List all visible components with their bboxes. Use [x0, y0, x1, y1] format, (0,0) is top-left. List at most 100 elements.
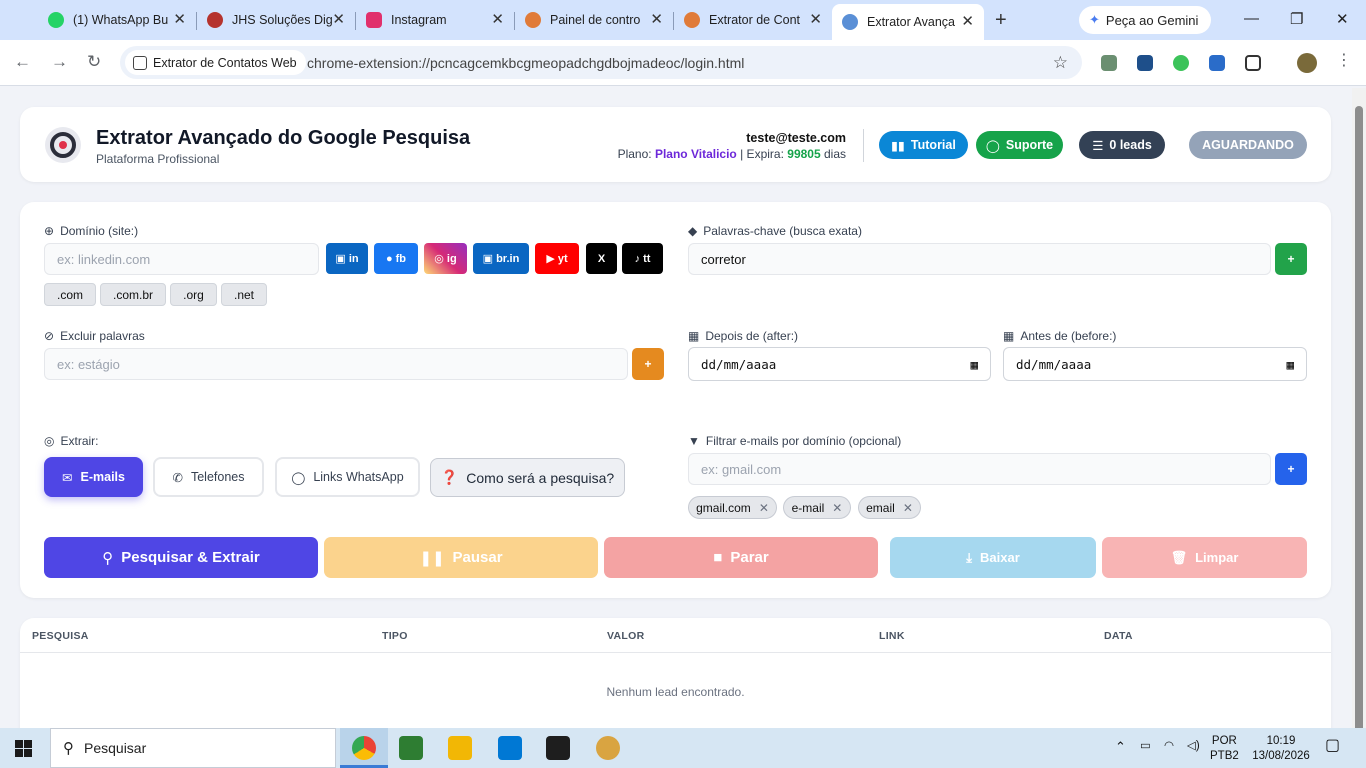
- extension-1-icon[interactable]: [1101, 55, 1117, 71]
- url-text[interactable]: chrome-extension://pcncagcemkbcgmeopadch…: [307, 55, 744, 71]
- instagram-icon: [366, 12, 382, 28]
- gemini-button[interactable]: ✦ Peça ao Gemini: [1079, 6, 1211, 34]
- keywords-input[interactable]: corretor: [688, 243, 1271, 275]
- new-tab-icon[interactable]: +: [995, 10, 1007, 30]
- domain-input[interactable]: ex: linkedin.com: [44, 243, 319, 275]
- extension-4-icon[interactable]: [1209, 55, 1225, 71]
- keywords-label: ◆ Palavras-chave (busca exata): [688, 224, 862, 238]
- remove-tag-icon[interactable]: ✕: [832, 501, 842, 515]
- window-close-icon[interactable]: ✕: [1336, 10, 1349, 28]
- how-search-button[interactable]: ❓ Como será a pesquisa?: [430, 458, 625, 497]
- whatsapp-icon: ◯: [985, 138, 1000, 153]
- folder-icon[interactable]: [448, 736, 472, 760]
- close-icon[interactable]: ✕: [650, 12, 663, 28]
- exclude-label: ⊘ Excluir palavras: [44, 329, 145, 343]
- browser-toolbar: ← → ↻ Extrator de Contatos Web chrome-ex…: [0, 40, 1366, 86]
- windows-start-icon[interactable]: [15, 740, 32, 757]
- taskbar-search[interactable]: ⚲ Pesquisar: [50, 728, 336, 768]
- target-logo-icon: [45, 127, 81, 163]
- column-header[interactable]: VALOR: [607, 630, 644, 642]
- remove-tag-icon[interactable]: ✕: [903, 501, 913, 515]
- tab-instagram[interactable]: Instagram ✕: [356, 6, 514, 34]
- close-icon[interactable]: ✕: [491, 12, 504, 28]
- menu-kebab-icon[interactable]: ⋮: [1336, 52, 1352, 70]
- x-button[interactable]: X: [586, 243, 617, 274]
- reload-icon[interactable]: ↻: [87, 53, 101, 71]
- whatsapp-icon: ◯: [291, 470, 306, 485]
- tld-com-br[interactable]: .com.br: [100, 283, 166, 306]
- profile-avatar[interactable]: [1297, 53, 1317, 73]
- chevron-up-icon[interactable]: ⌃: [1115, 739, 1126, 754]
- back-icon[interactable]: ←: [14, 53, 31, 71]
- extension-3-icon[interactable]: [1173, 55, 1189, 71]
- language-indicator[interactable]: POR PTB2: [1210, 734, 1239, 764]
- filter-label: ▼ Filtrar e-mails por domínio (opcional): [688, 434, 902, 448]
- column-header[interactable]: TIPO: [382, 630, 408, 642]
- after-date-input[interactable]: dd/mm/aaaa ▦: [688, 347, 991, 381]
- page-subtitle: Plataforma Profissional: [96, 152, 220, 166]
- extensions-puzzle-icon[interactable]: [1245, 55, 1261, 71]
- chart-app-icon[interactable]: [399, 736, 423, 760]
- clear-button[interactable]: 🗑 Limpar: [1102, 537, 1307, 578]
- stop-button[interactable]: ■ Parar: [604, 537, 878, 578]
- column-header[interactable]: LINK: [879, 630, 905, 642]
- volume-icon[interactable]: ◁): [1187, 739, 1200, 754]
- extract-emails-toggle[interactable]: ✉ E-mails: [44, 457, 143, 497]
- tab-jhs[interactable]: JHS Soluções Dig ✕: [197, 6, 355, 34]
- address-bar[interactable]: Extrator de Contatos Web chrome-extensio…: [120, 46, 1082, 79]
- filter-domain-input[interactable]: ex: gmail.com: [688, 453, 1271, 485]
- close-icon[interactable]: ✕: [809, 12, 822, 28]
- chrome-taskbar-item[interactable]: [340, 728, 388, 768]
- browser-tab-strip: (1) WhatsApp Bu ✕ JHS Soluções Dig ✕ Ins…: [0, 0, 1366, 40]
- close-icon[interactable]: ✕: [961, 14, 974, 30]
- column-header[interactable]: PESQUISA: [32, 630, 89, 642]
- support-button[interactable]: ◯ Suporte: [976, 131, 1063, 159]
- paint-icon[interactable]: [596, 736, 620, 760]
- extension-2-icon[interactable]: [1137, 55, 1153, 71]
- add-exclude-button[interactable]: +: [632, 348, 664, 380]
- pause-button[interactable]: ❚❚ Pausar: [324, 537, 598, 578]
- search-extract-button[interactable]: ⚲ Pesquisar & Extrair: [44, 537, 318, 578]
- tab-painel[interactable]: Painel de contro ✕: [515, 6, 673, 34]
- download-button[interactable]: ⤓ Baixar: [890, 537, 1096, 578]
- facebook-button[interactable]: ● fb: [374, 243, 418, 274]
- notification-icon[interactable]: ▢: [1325, 738, 1340, 754]
- tab-extrator-avancado[interactable]: Extrator Avança ✕: [832, 4, 984, 40]
- bookmark-star-icon[interactable]: ☆: [1053, 53, 1068, 73]
- extract-phones-toggle[interactable]: ✆ Telefones: [153, 457, 264, 497]
- restore-icon[interactable]: ❐: [1290, 10, 1303, 28]
- instagram-button[interactable]: ◎ ig: [424, 243, 467, 274]
- minimize-icon[interactable]: —: [1244, 10, 1259, 27]
- vscode-icon[interactable]: [498, 736, 522, 760]
- exclude-input[interactable]: ex: estágio: [44, 348, 628, 380]
- tutorial-button[interactable]: ▮▮ Tutorial: [879, 131, 968, 159]
- add-filter-button[interactable]: +: [1275, 453, 1307, 485]
- wifi-icon[interactable]: ◠: [1164, 739, 1174, 754]
- stop-icon: ■: [713, 549, 723, 566]
- linkedin-br-button[interactable]: ▣ br.in: [473, 243, 529, 274]
- add-keyword-button[interactable]: +: [1275, 243, 1307, 275]
- close-icon[interactable]: ✕: [332, 12, 345, 28]
- tab-extrator-contatos[interactable]: Extrator de Cont ✕: [674, 6, 832, 34]
- before-date-input[interactable]: dd/mm/aaaa ▦: [1003, 347, 1307, 381]
- tld-net[interactable]: .net: [221, 283, 267, 306]
- forward-icon[interactable]: →: [51, 53, 68, 71]
- tab-whatsapp[interactable]: (1) WhatsApp Bu ✕: [38, 6, 196, 34]
- youtube-button[interactable]: ▶ yt: [535, 243, 579, 274]
- column-header[interactable]: DATA: [1104, 630, 1133, 642]
- tiktok-button[interactable]: ♪ tt: [622, 243, 663, 274]
- remove-tag-icon[interactable]: ✕: [759, 501, 769, 515]
- site-chip[interactable]: Extrator de Contatos Web: [125, 50, 306, 75]
- terminal-icon[interactable]: [546, 736, 570, 760]
- extract-whatsapp-toggle[interactable]: ◯ Links WhatsApp: [275, 457, 420, 497]
- linkedin-button[interactable]: ▣ in: [326, 243, 368, 274]
- tld-org[interactable]: .org: [170, 283, 217, 306]
- tld-com[interactable]: .com: [44, 283, 96, 306]
- close-icon[interactable]: ✕: [173, 12, 186, 28]
- calendar-icon[interactable]: ▦: [970, 357, 978, 372]
- battery-icon[interactable]: ▭: [1140, 739, 1151, 754]
- calendar-icon[interactable]: ▦: [1286, 357, 1294, 372]
- page-scrollbar[interactable]: [1352, 88, 1366, 734]
- target-icon: ◎: [44, 434, 55, 448]
- clock[interactable]: 10:19 13/08/2026: [1246, 734, 1316, 764]
